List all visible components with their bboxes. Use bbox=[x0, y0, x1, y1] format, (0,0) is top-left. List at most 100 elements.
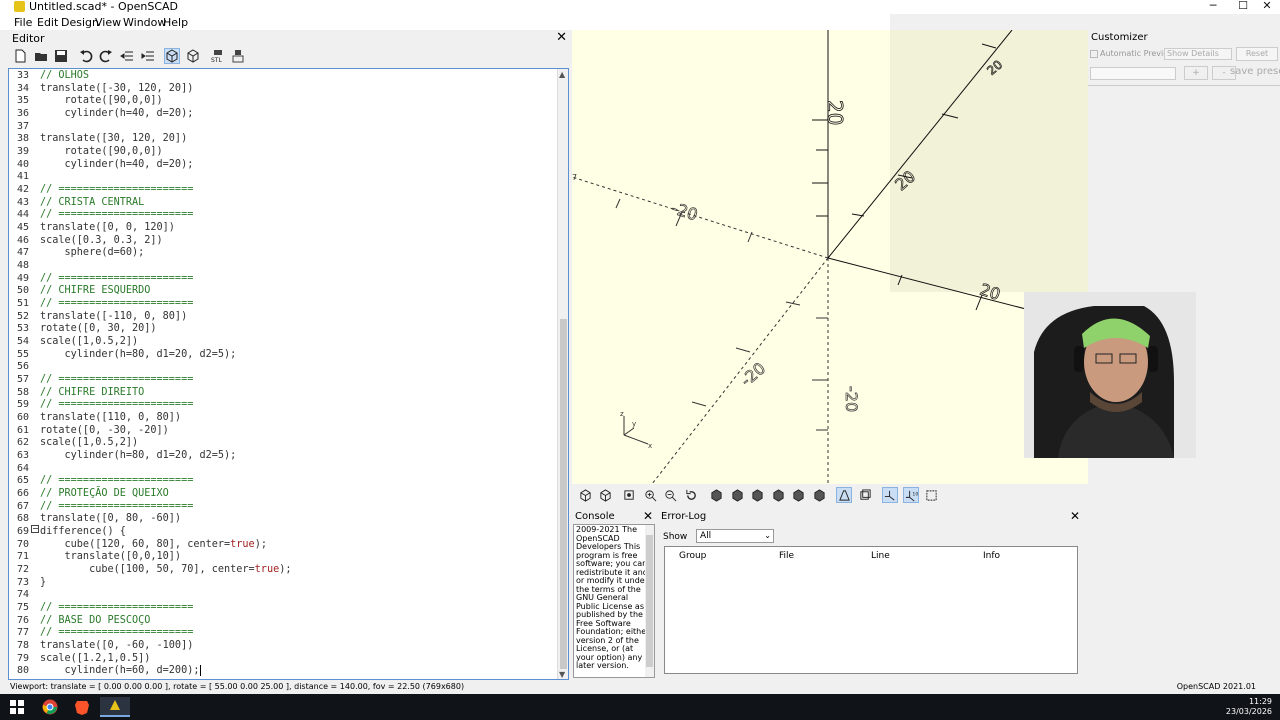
scroll-down-icon[interactable]: ▼ bbox=[559, 670, 565, 679]
code-line[interactable]: // ====================== bbox=[40, 184, 193, 195]
code-line[interactable]: cylinder(h=80, d1=20, d2=5); bbox=[40, 349, 237, 360]
3d-viewport[interactable]: 20 20 20 -20 20 -20 -20 z y x 7 bbox=[572, 30, 1088, 484]
new-icon[interactable] bbox=[12, 48, 28, 64]
code-line[interactable]: // CHIFRE ESQUERDO bbox=[40, 285, 150, 296]
menu-help[interactable]: Help bbox=[163, 16, 188, 29]
view-front-icon[interactable] bbox=[790, 487, 806, 503]
code-line[interactable]: // ====================== bbox=[40, 602, 193, 613]
code-line[interactable]: // ====================== bbox=[40, 399, 193, 410]
show-scale-icon[interactable]: 10 bbox=[903, 487, 919, 503]
preview-icon[interactable] bbox=[577, 487, 593, 503]
code-line[interactable]: scale([1,0.5,2]) bbox=[40, 336, 138, 347]
add-preset-button[interactable]: + bbox=[1184, 66, 1208, 80]
code-line[interactable]: cylinder(h=40, d=20); bbox=[40, 108, 194, 119]
code-line[interactable]: rotate([0, -30, -20]) bbox=[40, 425, 169, 436]
chrome-icon[interactable] bbox=[35, 697, 65, 717]
view-left-icon[interactable] bbox=[770, 487, 786, 503]
menu-design[interactable]: Design bbox=[61, 16, 99, 29]
show-axes-icon[interactable] bbox=[882, 487, 898, 503]
code-line[interactable]: difference() { bbox=[40, 526, 126, 537]
code-line[interactable]: translate([0,0,10]) bbox=[40, 551, 182, 562]
code-line[interactable]: translate([-110, 0, 80]) bbox=[40, 311, 187, 322]
code-line[interactable]: translate([30, 120, 20]) bbox=[40, 133, 187, 144]
menu-view[interactable]: View bbox=[95, 16, 121, 29]
orthogonal-icon[interactable] bbox=[857, 487, 873, 503]
code-line[interactable]: // BASE DO PESCOÇO bbox=[40, 615, 150, 626]
render-icon[interactable] bbox=[597, 487, 613, 503]
code-line[interactable]: sphere(d=60); bbox=[40, 247, 145, 258]
code-line[interactable]: } bbox=[40, 577, 46, 588]
console-scrollbar[interactable] bbox=[645, 525, 654, 677]
fold-toggle[interactable]: − bbox=[31, 525, 39, 533]
menu-edit[interactable]: Edit bbox=[37, 16, 58, 29]
code-line[interactable]: rotate([90,0,0]) bbox=[40, 146, 163, 157]
code-line[interactable]: // ====================== bbox=[40, 209, 193, 220]
preview-icon[interactable] bbox=[164, 48, 180, 64]
code-line[interactable]: // ====================== bbox=[40, 501, 193, 512]
indent-icon[interactable] bbox=[140, 48, 156, 64]
console-scrollbar-thumb[interactable] bbox=[646, 535, 653, 667]
editor-scrollbar[interactable]: ▲ ▼ bbox=[557, 69, 568, 679]
console-close-button[interactable]: ✕ bbox=[643, 509, 653, 523]
code-line[interactable]: cube([100, 50, 70], center=true); bbox=[40, 564, 291, 575]
view-right-icon[interactable] bbox=[708, 487, 724, 503]
reset-view-icon[interactable] bbox=[683, 487, 699, 503]
code-line[interactable]: // ====================== bbox=[40, 627, 193, 638]
code-line[interactable]: cube([120, 60, 80], center=true); bbox=[40, 539, 267, 550]
scroll-up-icon[interactable]: ▲ bbox=[559, 70, 565, 79]
code-line[interactable]: cylinder(h=60, d=200); bbox=[40, 665, 202, 677]
unindent-icon[interactable] bbox=[119, 48, 135, 64]
send-to-print-icon[interactable] bbox=[230, 48, 246, 64]
automatic-preview-checkbox[interactable]: Automatic Preview bbox=[1090, 49, 1175, 58]
view-all-icon[interactable] bbox=[621, 487, 637, 503]
show-edges-icon[interactable] bbox=[923, 487, 939, 503]
openscad-icon[interactable] bbox=[100, 697, 130, 717]
export-stl-icon[interactable]: STL bbox=[210, 48, 226, 64]
zoom-out-icon[interactable] bbox=[662, 487, 678, 503]
windows-start-icon[interactable] bbox=[2, 697, 32, 717]
code-line[interactable]: cylinder(h=40, d=20); bbox=[40, 159, 194, 170]
show-filter-select[interactable]: All ⌄ bbox=[696, 529, 774, 543]
menu-window[interactable]: Window bbox=[123, 16, 166, 29]
show-details-select[interactable]: Show Details bbox=[1164, 48, 1232, 60]
render-icon[interactable] bbox=[185, 48, 201, 64]
code-line[interactable]: rotate([90,0,0]) bbox=[40, 95, 163, 106]
code-line[interactable]: // ====================== bbox=[40, 298, 193, 309]
brave-icon[interactable] bbox=[67, 697, 97, 717]
view-bottom-icon[interactable] bbox=[749, 487, 765, 503]
code-line[interactable]: // OLHOS bbox=[40, 70, 89, 81]
code-line[interactable]: // ====================== bbox=[40, 475, 193, 486]
column-header-info[interactable]: Info bbox=[983, 551, 1000, 561]
code-line[interactable]: // CRISTA CENTRAL bbox=[40, 197, 144, 208]
view-back-icon[interactable] bbox=[811, 487, 827, 503]
code-line[interactable]: scale([1.2,1,0.5]) bbox=[40, 653, 150, 664]
scrollbar-thumb[interactable] bbox=[560, 319, 567, 669]
menu-file[interactable]: File bbox=[14, 16, 32, 29]
editor-close-button[interactable]: ✕ bbox=[556, 30, 567, 45]
redo-icon[interactable] bbox=[98, 48, 114, 64]
column-header-file[interactable]: File bbox=[779, 551, 794, 561]
code-line[interactable]: cylinder(h=80, d1=20, d2=5); bbox=[40, 450, 237, 461]
view-top-icon[interactable] bbox=[729, 487, 745, 503]
minimize-button[interactable]: ─ bbox=[1198, 0, 1228, 13]
close-button[interactable]: ✕ bbox=[1252, 0, 1280, 13]
code-line[interactable]: translate([0, -60, -100]) bbox=[40, 640, 193, 651]
error-log-close-button[interactable]: ✕ bbox=[1070, 509, 1080, 523]
open-icon[interactable] bbox=[33, 48, 49, 64]
code-line[interactable]: // ====================== bbox=[40, 374, 193, 385]
code-line[interactable]: translate([110, 0, 80]) bbox=[40, 412, 181, 423]
reset-button[interactable]: Reset bbox=[1236, 47, 1278, 61]
column-header-line[interactable]: Line bbox=[871, 551, 890, 561]
perspective-icon[interactable] bbox=[836, 487, 852, 503]
undo-icon[interactable] bbox=[78, 48, 94, 64]
code-editor[interactable]: 33 34 35 36 37 38 39 40 41 42 43 44 45 46 47 48 49 50 51 52… bbox=[8, 68, 569, 680]
save-preset-button[interactable]: save prese bbox=[1230, 66, 1280, 80]
code-line[interactable]: translate([-30, 120, 20]) bbox=[40, 83, 193, 94]
zoom-in-icon[interactable] bbox=[642, 487, 658, 503]
code-line[interactable]: // CHIFRE DIREITO bbox=[40, 387, 144, 398]
code-line[interactable]: scale([1,0.5,2]) bbox=[40, 437, 138, 448]
code-line[interactable]: rotate([0, 30, 20]) bbox=[40, 323, 157, 334]
code-line[interactable]: scale([0.3, 0.3, 2]) bbox=[40, 235, 163, 246]
system-clock[interactable]: 11:29 23/03/2026 bbox=[1226, 697, 1272, 717]
code-line[interactable]: translate([0, 0, 120]) bbox=[40, 222, 175, 233]
